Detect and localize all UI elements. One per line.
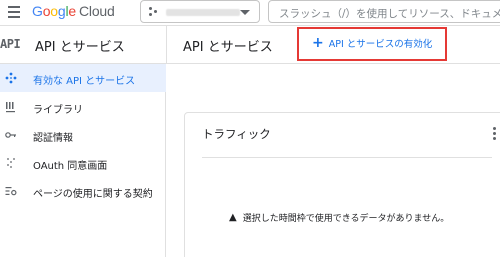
project-name-redacted xyxy=(166,9,240,16)
search-placeholder: スラッシュ（/）を使用してリソース、ドキュメ xyxy=(279,8,500,20)
logo-cloud-text: Cloud xyxy=(79,3,115,19)
header-row: API API とサービス API とサービス + API とサービスの有効化 xyxy=(0,26,500,64)
project-picker[interactable] xyxy=(140,0,260,23)
traffic-card: トラフィック ▲ 選択した時間枠で使用できるデータがありません。 xyxy=(184,112,500,257)
project-dots-icon xyxy=(149,7,159,17)
sidebar-item-enabled-apis[interactable]: 有効な API とサービス xyxy=(0,64,166,92)
section-title: API とサービス xyxy=(35,40,125,55)
no-data-notice: ▲ 選択した時間枠で使用できるデータがありません。 xyxy=(229,211,449,224)
logo-letter: e xyxy=(68,3,76,19)
sidebar-item-credentials[interactable]: 認証情報 xyxy=(0,121,166,149)
sidebar-item-label: 有効な API とサービス xyxy=(33,76,136,87)
logo-letter: o xyxy=(50,3,58,19)
menu-icon[interactable] xyxy=(8,6,20,18)
settings-list-icon xyxy=(5,185,17,197)
sidebar-item-label: ライブラリ xyxy=(33,105,83,116)
divider xyxy=(202,157,492,158)
enable-apis-button[interactable]: + API とサービスの有効化 xyxy=(312,36,432,50)
sidebar-item-label: ページの使用に関する契約 xyxy=(33,189,153,200)
warning-icon: ▲ xyxy=(229,212,237,223)
logo-letter: G xyxy=(32,3,43,19)
api-icon: API xyxy=(0,37,21,51)
caret-down-icon xyxy=(240,10,250,15)
card-title: トラフィック xyxy=(202,127,271,141)
plus-icon: + xyxy=(312,35,324,51)
enable-apis-label: API とサービスの有効化 xyxy=(328,39,433,50)
sidebar-item-library[interactable]: ライブラリ xyxy=(0,93,166,121)
diamond-dots-icon xyxy=(5,72,17,84)
consent-icon xyxy=(5,157,17,169)
sidebar-item-page-usage-agreements[interactable]: ページの使用に関する契約 xyxy=(0,177,166,205)
more-vert-icon[interactable] xyxy=(493,127,497,141)
sidebar-item-label: OAuth 同意画面 xyxy=(33,161,108,172)
notice-text: 選択した時間枠で使用できるデータがありません。 xyxy=(242,214,450,224)
sidebar: 有効な API とサービス ライブラリ 認証情報 OAuth 同意画面 ページの… xyxy=(0,64,166,257)
sidebar-item-oauth-consent[interactable]: OAuth 同意画面 xyxy=(0,149,166,177)
search-input[interactable]: スラッシュ（/）を使用してリソース、ドキュメ xyxy=(268,0,500,23)
sidebar-item-label: 認証情報 xyxy=(33,133,73,144)
top-bar: Google Cloud スラッシュ（/）を使用してリソース、ドキュメ xyxy=(0,0,500,26)
google-cloud-logo[interactable]: Google Cloud xyxy=(32,3,115,19)
page-title: API とサービス xyxy=(183,40,273,55)
library-icon xyxy=(5,101,17,113)
key-icon xyxy=(5,129,17,141)
divider xyxy=(166,26,167,64)
